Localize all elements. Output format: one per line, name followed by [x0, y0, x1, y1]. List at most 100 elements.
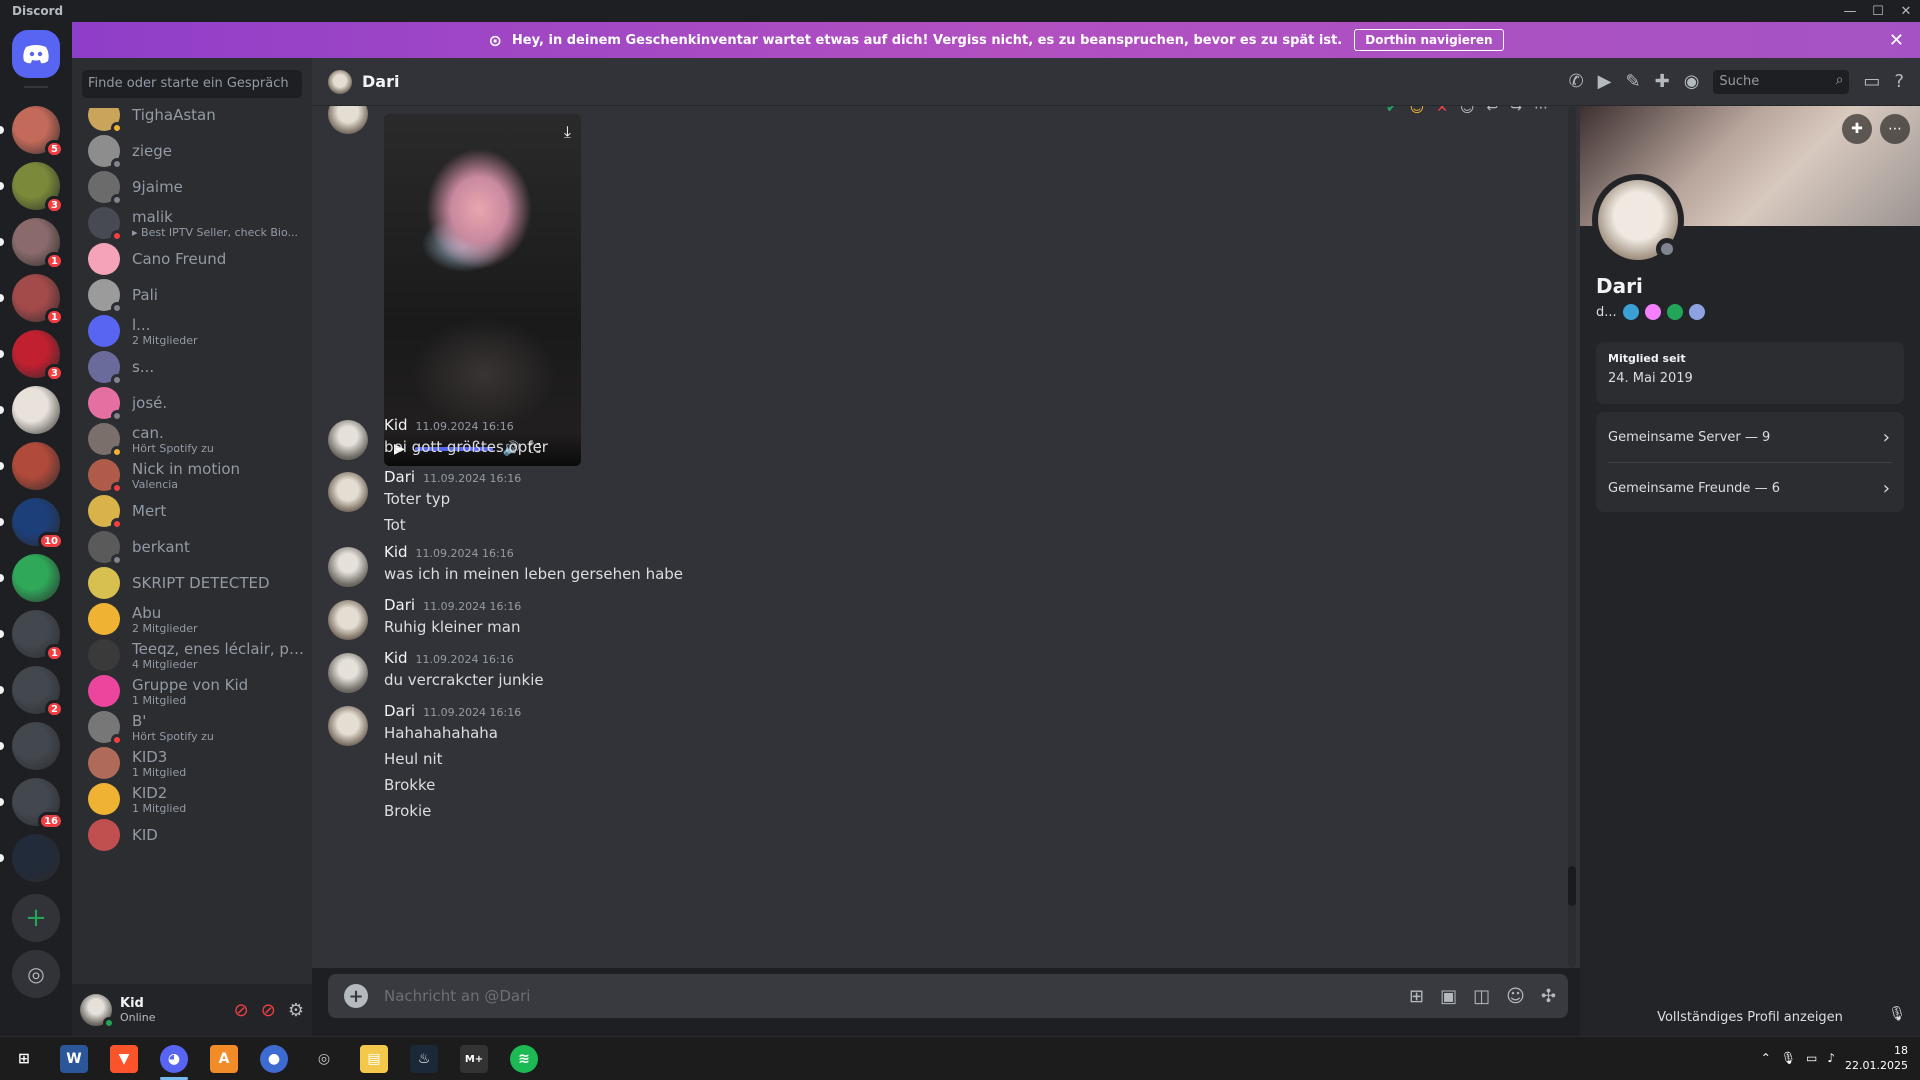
- badge-icon[interactable]: [1622, 304, 1639, 320]
- app-icon[interactable]: ◎: [310, 1045, 338, 1073]
- home-button[interactable]: [12, 30, 60, 78]
- avatar[interactable]: [328, 472, 368, 512]
- navigate-button[interactable]: Dorthin navigieren: [1354, 29, 1504, 51]
- discord-taskbar-icon[interactable]: ◕: [160, 1045, 188, 1073]
- message-input[interactable]: Nachricht an @Dari: [384, 987, 530, 1005]
- mic-icon[interactable]: 🎙: [1888, 1006, 1906, 1022]
- add-friend-icon[interactable]: ✚: [1842, 114, 1872, 144]
- sticker-icon[interactable]: ◫: [1473, 986, 1490, 1007]
- dm-name: KID2: [132, 783, 168, 802]
- message-text: Ruhig kleiner man: [384, 618, 521, 636]
- avatar[interactable]: [328, 706, 368, 746]
- chevron-up-icon[interactable]: ⌃: [1761, 1051, 1771, 1065]
- server-icon[interactable]: 3: [0, 162, 64, 214]
- gear-icon[interactable]: ⚙: [288, 1000, 304, 1021]
- avast-icon[interactable]: A: [210, 1045, 238, 1073]
- message-author[interactable]: Dari: [384, 702, 415, 720]
- server-icon[interactable]: 1: [0, 218, 64, 270]
- x-reaction-icon[interactable]: ✕: [1436, 106, 1448, 116]
- message-author[interactable]: Kid: [384, 416, 408, 434]
- server-icon[interactable]: 16: [0, 778, 64, 830]
- message-author[interactable]: Kid: [384, 543, 408, 561]
- mic-icon[interactable]: 🎙: [1781, 1051, 1796, 1065]
- server-icon[interactable]: 1: [0, 274, 64, 326]
- profile-avatar[interactable]: [1592, 174, 1684, 266]
- check-reaction-icon[interactable]: ✔: [1386, 106, 1398, 116]
- conversation-search-input[interactable]: Finde oder starte ein Gespräch: [82, 70, 302, 98]
- help-icon[interactable]: ?: [1894, 71, 1904, 92]
- server-icon[interactable]: [0, 722, 60, 770]
- avatar[interactable]: [80, 994, 115, 1029]
- scrollbar-thumb[interactable]: [1568, 866, 1576, 906]
- voice-call-icon[interactable]: ✆: [1569, 71, 1584, 92]
- mutual-servers-row[interactable]: Gemeinsame Server — 9 ›: [1596, 412, 1904, 462]
- search-input[interactable]: Suche ⌕: [1713, 69, 1850, 94]
- mutual-friends-row[interactable]: Gemeinsame Freunde — 6 ›: [1596, 463, 1904, 513]
- file-explorer-icon[interactable]: ▤: [360, 1045, 388, 1073]
- avatar[interactable]: [328, 600, 368, 640]
- gift-icon[interactable]: ⊞: [1409, 986, 1424, 1007]
- server-icon[interactable]: [0, 442, 60, 490]
- brave-icon[interactable]: ▼: [110, 1045, 138, 1073]
- forward-icon[interactable]: ↪: [1510, 106, 1522, 116]
- add-server-button[interactable]: +: [12, 894, 60, 942]
- badge-icon[interactable]: [1666, 304, 1683, 320]
- avatar[interactable]: [328, 106, 368, 134]
- chat-scrollbar[interactable]: [1568, 106, 1576, 968]
- server-icon[interactable]: [0, 834, 60, 882]
- media-app-icon[interactable]: M+: [460, 1045, 488, 1073]
- avatar[interactable]: [328, 547, 368, 587]
- video-attachment[interactable]: ⤓ ▶ 🔊 ⛶: [384, 114, 581, 466]
- deafen-icon[interactable]: ⊘: [261, 1000, 276, 1021]
- mute-mic-icon[interactable]: ⊘: [234, 1000, 249, 1021]
- clock-time: 18: [1894, 1044, 1908, 1057]
- add-reaction-icon[interactable]: ☺: [1460, 106, 1475, 116]
- spotify-icon[interactable]: ≋: [510, 1045, 538, 1073]
- server-icon[interactable]: 1: [0, 610, 64, 662]
- network-icon[interactable]: ▭: [1806, 1051, 1817, 1065]
- badge-icon[interactable]: [1688, 304, 1705, 320]
- browser-icon[interactable]: ●: [260, 1045, 288, 1073]
- video-call-icon[interactable]: ▶: [1598, 71, 1612, 92]
- reply-icon[interactable]: ↩: [1487, 106, 1499, 116]
- minimize-button[interactable]: —: [1836, 0, 1864, 22]
- pin-icon[interactable]: ✎: [1626, 71, 1641, 92]
- message-composer[interactable]: + Nachricht an @Dari ⊞ ▣ ◫ ☺ ✣: [328, 974, 1568, 1018]
- steam-icon[interactable]: ♨: [410, 1045, 438, 1073]
- avatar[interactable]: [328, 420, 368, 460]
- attach-plus-icon[interactable]: +: [344, 984, 368, 1008]
- message-author[interactable]: Dari: [384, 468, 415, 486]
- server-icon[interactable]: [0, 386, 60, 434]
- message-author[interactable]: Kid: [384, 649, 408, 667]
- server-icon[interactable]: 5: [0, 106, 64, 158]
- profile-toggle-icon[interactable]: ◉: [1684, 71, 1700, 92]
- close-icon[interactable]: ✕: [1889, 30, 1904, 51]
- server-icon[interactable]: 2: [0, 666, 64, 718]
- avatar[interactable]: [328, 653, 368, 693]
- message-author[interactable]: Dari: [384, 106, 415, 108]
- message-author[interactable]: Dari: [384, 596, 415, 614]
- emoji-icon[interactable]: ☺: [1506, 986, 1525, 1007]
- download-icon[interactable]: ⤓: [564, 122, 571, 142]
- more-icon[interactable]: ⋯: [1534, 106, 1548, 116]
- clock[interactable]: 18 22.01.2025: [1845, 1043, 1908, 1073]
- view-full-profile-link[interactable]: Vollständiges Profil anzeigen: [1580, 1010, 1920, 1025]
- apps-icon[interactable]: ✣: [1541, 986, 1556, 1007]
- emoji-reaction-icon[interactable]: ☺: [1410, 106, 1425, 116]
- server-icon[interactable]: [0, 554, 60, 602]
- dm-item[interactable]: KID: [80, 814, 304, 856]
- badge-icon[interactable]: [1644, 304, 1661, 320]
- explore-servers-button[interactable]: ◎: [12, 950, 60, 998]
- volume-icon[interactable]: ♪: [1827, 1051, 1835, 1065]
- add-friend-icon[interactable]: ✚: [1655, 71, 1670, 92]
- close-window-button[interactable]: ✕: [1892, 0, 1920, 22]
- server-icon[interactable]: 3: [0, 330, 64, 382]
- maximize-button[interactable]: ☐: [1864, 0, 1892, 22]
- windows-start-icon[interactable]: ⊞: [10, 1045, 38, 1073]
- word-icon[interactable]: W: [60, 1045, 88, 1073]
- more-icon[interactable]: ⋯: [1880, 114, 1910, 144]
- server-icon[interactable]: 10: [0, 498, 64, 550]
- inbox-icon[interactable]: ▭: [1863, 71, 1880, 92]
- gif-icon[interactable]: ▣: [1440, 986, 1457, 1007]
- dm-subtitle: 4 Mitglieder: [132, 657, 198, 671]
